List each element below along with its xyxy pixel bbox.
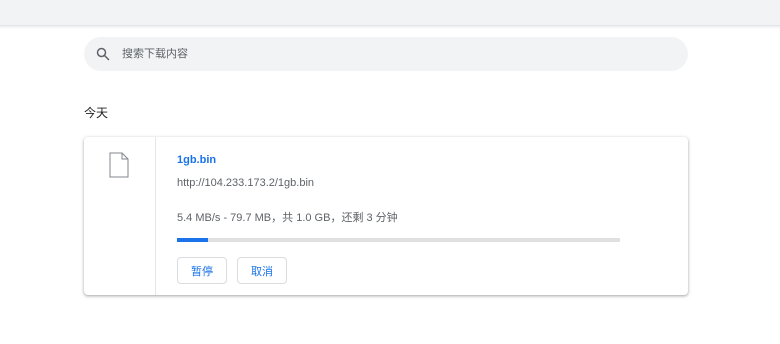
toolbar-shadow: [0, 26, 780, 29]
file-name-link[interactable]: 1gb.bin: [177, 154, 216, 166]
progress-bar: [177, 238, 620, 242]
search-bar[interactable]: [84, 37, 688, 71]
download-item-card: 1gb.bin http://104.233.173.2/1gb.bin 5.4…: [84, 137, 688, 295]
download-status: 5.4 MB/s - 79.7 MB，共 1.0 GB，还剩 3 分钟: [177, 212, 398, 224]
file-icon-column: [84, 137, 156, 295]
file-icon: [109, 152, 129, 183]
download-details: 1gb.bin http://104.233.173.2/1gb.bin 5.4…: [156, 137, 688, 295]
pause-button[interactable]: 暂停: [177, 257, 227, 284]
cancel-button[interactable]: 取消: [237, 257, 287, 284]
search-input[interactable]: [122, 48, 662, 60]
source-url[interactable]: http://104.233.173.2/1gb.bin: [177, 177, 314, 189]
search-icon[interactable]: [96, 47, 110, 61]
progress-bar-fill: [177, 238, 208, 242]
top-toolbar: [0, 0, 780, 26]
date-section-title: 今天: [84, 106, 109, 120]
